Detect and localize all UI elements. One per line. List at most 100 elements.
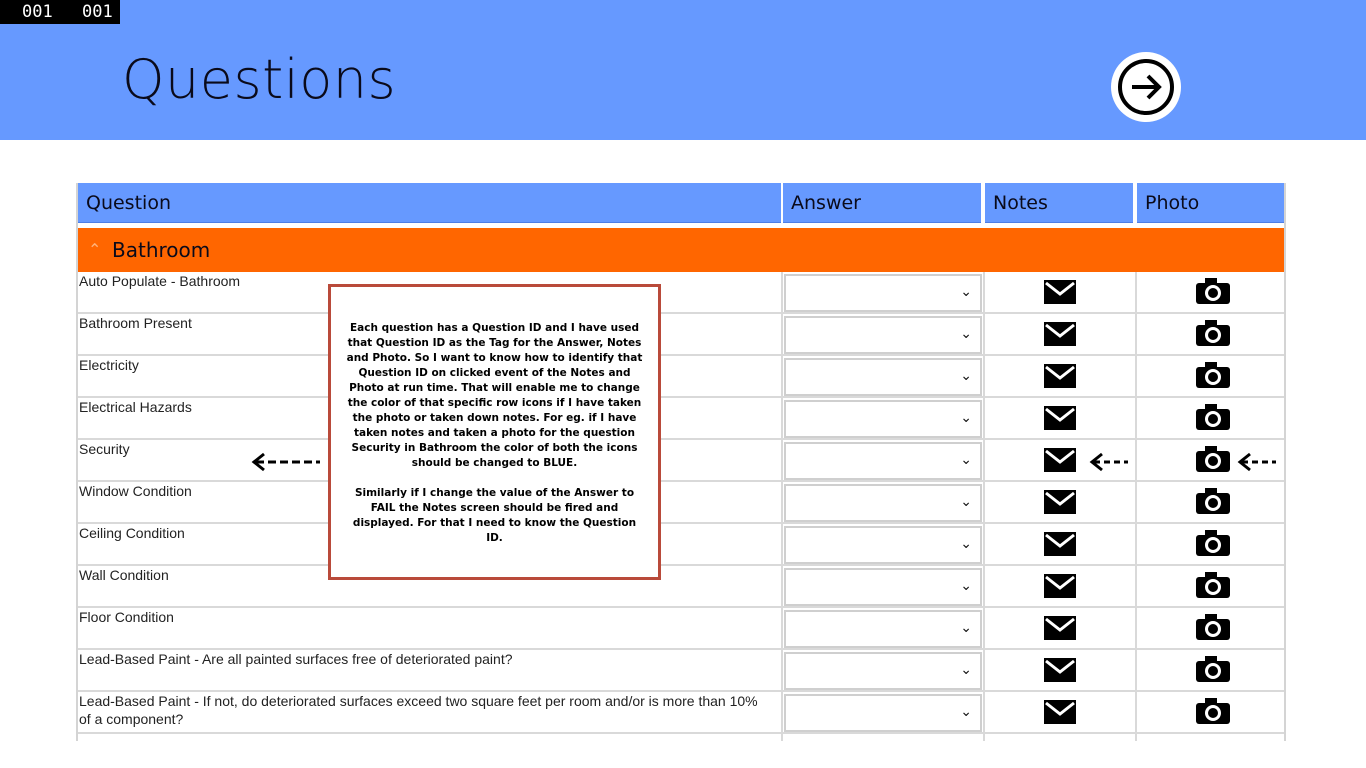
- camera-icon: [1196, 572, 1230, 598]
- photo-button[interactable]: [1137, 608, 1284, 648]
- chevron-down-icon: ⌄: [960, 326, 972, 342]
- notes-button[interactable]: [985, 482, 1135, 522]
- notes-button[interactable]: [985, 566, 1135, 606]
- camera-icon: [1196, 362, 1230, 388]
- chevron-down-icon: ⌄: [960, 620, 972, 636]
- photo-button[interactable]: [1137, 566, 1284, 606]
- frame-counter: 001 001: [0, 0, 120, 24]
- answer-dropdown[interactable]: ⌄: [784, 274, 982, 312]
- table-row: Window Condition ⌄: [78, 482, 1284, 524]
- chevron-down-icon: ⌄: [960, 494, 972, 510]
- answer-dropdown[interactable]: ⌄: [784, 610, 982, 648]
- camera-icon: [1196, 446, 1230, 472]
- arrow-right-circle-icon: [1118, 59, 1174, 115]
- table-row: Auto Populate - Bathroom ⌄: [78, 272, 1284, 314]
- dashed-arrow-left-icon: [1089, 452, 1128, 472]
- question-text: Floor Condition: [79, 609, 174, 625]
- question-text: Lead-Based Paint - If not, do deteriorat…: [79, 693, 758, 727]
- table-row: Lead-Based Paint - Are all painted surfa…: [78, 650, 1284, 692]
- chevron-down-icon: ⌄: [960, 452, 972, 468]
- photo-button[interactable]: [1137, 650, 1284, 690]
- notes-button[interactable]: [985, 398, 1135, 438]
- camera-icon: [1196, 698, 1230, 724]
- camera-icon: [1196, 656, 1230, 682]
- table-row: Electrical Hazards ⌄: [78, 398, 1284, 440]
- envelope-icon: [1044, 364, 1076, 388]
- answer-dropdown[interactable]: ⌄: [784, 652, 982, 690]
- camera-icon: [1196, 278, 1230, 304]
- table-row: Floor Condition ⌄: [78, 608, 1284, 650]
- column-divider: [781, 692, 783, 734]
- envelope-icon: [1044, 490, 1076, 514]
- answer-dropdown[interactable]: ⌄: [784, 526, 982, 564]
- answer-dropdown[interactable]: ⌄: [784, 568, 982, 606]
- notes-button[interactable]: [985, 314, 1135, 354]
- notes-button[interactable]: [985, 356, 1135, 396]
- column-header-notes[interactable]: Notes: [985, 183, 1133, 223]
- notes-button[interactable]: [985, 272, 1135, 312]
- answer-dropdown[interactable]: ⌄: [784, 442, 982, 480]
- column-divider: [983, 734, 985, 741]
- photo-button[interactable]: [1137, 398, 1284, 438]
- camera-icon: [1196, 320, 1230, 346]
- column-header-photo[interactable]: Photo: [1137, 183, 1284, 223]
- chevron-down-icon: ⌄: [960, 536, 972, 552]
- column-divider: [781, 734, 783, 741]
- envelope-icon: [1044, 322, 1076, 346]
- counter-left: 001: [22, 2, 53, 22]
- chevron-down-icon: ⌄: [960, 368, 972, 384]
- page-title: Questions: [122, 48, 397, 111]
- notes-button[interactable]: [985, 692, 1135, 732]
- column-divider: [781, 650, 783, 692]
- column-divider: [781, 608, 783, 650]
- envelope-icon: [1044, 574, 1076, 598]
- chevron-down-icon: ⌄: [960, 284, 972, 300]
- page-header: Questions: [0, 0, 1366, 140]
- chevron-up-icon[interactable]: ⌃: [88, 228, 101, 272]
- answer-dropdown[interactable]: ⌄: [784, 358, 982, 396]
- column-divider: [781, 398, 783, 440]
- notes-button[interactable]: [985, 524, 1135, 564]
- photo-button[interactable]: [1137, 692, 1284, 732]
- group-header-bathroom[interactable]: ⌃ Bathroom: [78, 228, 1284, 272]
- counter-right: 001: [82, 2, 113, 22]
- chevron-down-icon: ⌄: [960, 662, 972, 678]
- camera-icon: [1196, 530, 1230, 556]
- group-label: Bathroom: [112, 238, 211, 262]
- column-divider: [1135, 734, 1137, 741]
- photo-button[interactable]: [1137, 482, 1284, 522]
- column-header-answer[interactable]: Answer: [783, 183, 981, 223]
- question-text: Lead-Based Paint - Are all painted surfa…: [79, 651, 513, 667]
- answer-dropdown[interactable]: ⌄: [784, 316, 982, 354]
- envelope-icon: [1044, 658, 1076, 682]
- envelope-icon: [1044, 406, 1076, 430]
- column-divider: [781, 482, 783, 524]
- dashed-arrow-left-icon: [1237, 452, 1276, 472]
- envelope-icon: [1044, 616, 1076, 640]
- camera-icon: [1196, 614, 1230, 640]
- chevron-down-icon: ⌄: [960, 578, 972, 594]
- answer-dropdown[interactable]: ⌄: [784, 484, 982, 522]
- table-row: Bathroom Present ⌄: [78, 314, 1284, 356]
- next-button[interactable]: [1111, 52, 1181, 122]
- photo-button[interactable]: [1137, 314, 1284, 354]
- photo-button[interactable]: [1137, 356, 1284, 396]
- notes-button[interactable]: [985, 608, 1135, 648]
- column-divider: [781, 272, 783, 314]
- annotation-paragraph-1: Each question has a Question ID and I ha…: [346, 322, 643, 469]
- column-divider: [781, 524, 783, 566]
- notes-button[interactable]: [985, 650, 1135, 690]
- column-header-question[interactable]: Question: [78, 183, 781, 223]
- envelope-icon: [1044, 532, 1076, 556]
- answer-dropdown[interactable]: ⌄: [784, 400, 982, 438]
- annotation-paragraph-2: Similarly if I change the value of the A…: [352, 487, 637, 544]
- photo-button[interactable]: [1137, 272, 1284, 312]
- table-row: Lead-Based Paint - If not, do deteriorat…: [78, 692, 1284, 734]
- table-row: Ceiling Condition ⌄: [78, 524, 1284, 566]
- camera-icon: [1196, 404, 1230, 430]
- table-row: [78, 734, 1284, 741]
- column-divider: [781, 440, 783, 482]
- camera-icon: [1196, 488, 1230, 514]
- answer-dropdown[interactable]: ⌄: [784, 694, 982, 732]
- photo-button[interactable]: [1137, 524, 1284, 564]
